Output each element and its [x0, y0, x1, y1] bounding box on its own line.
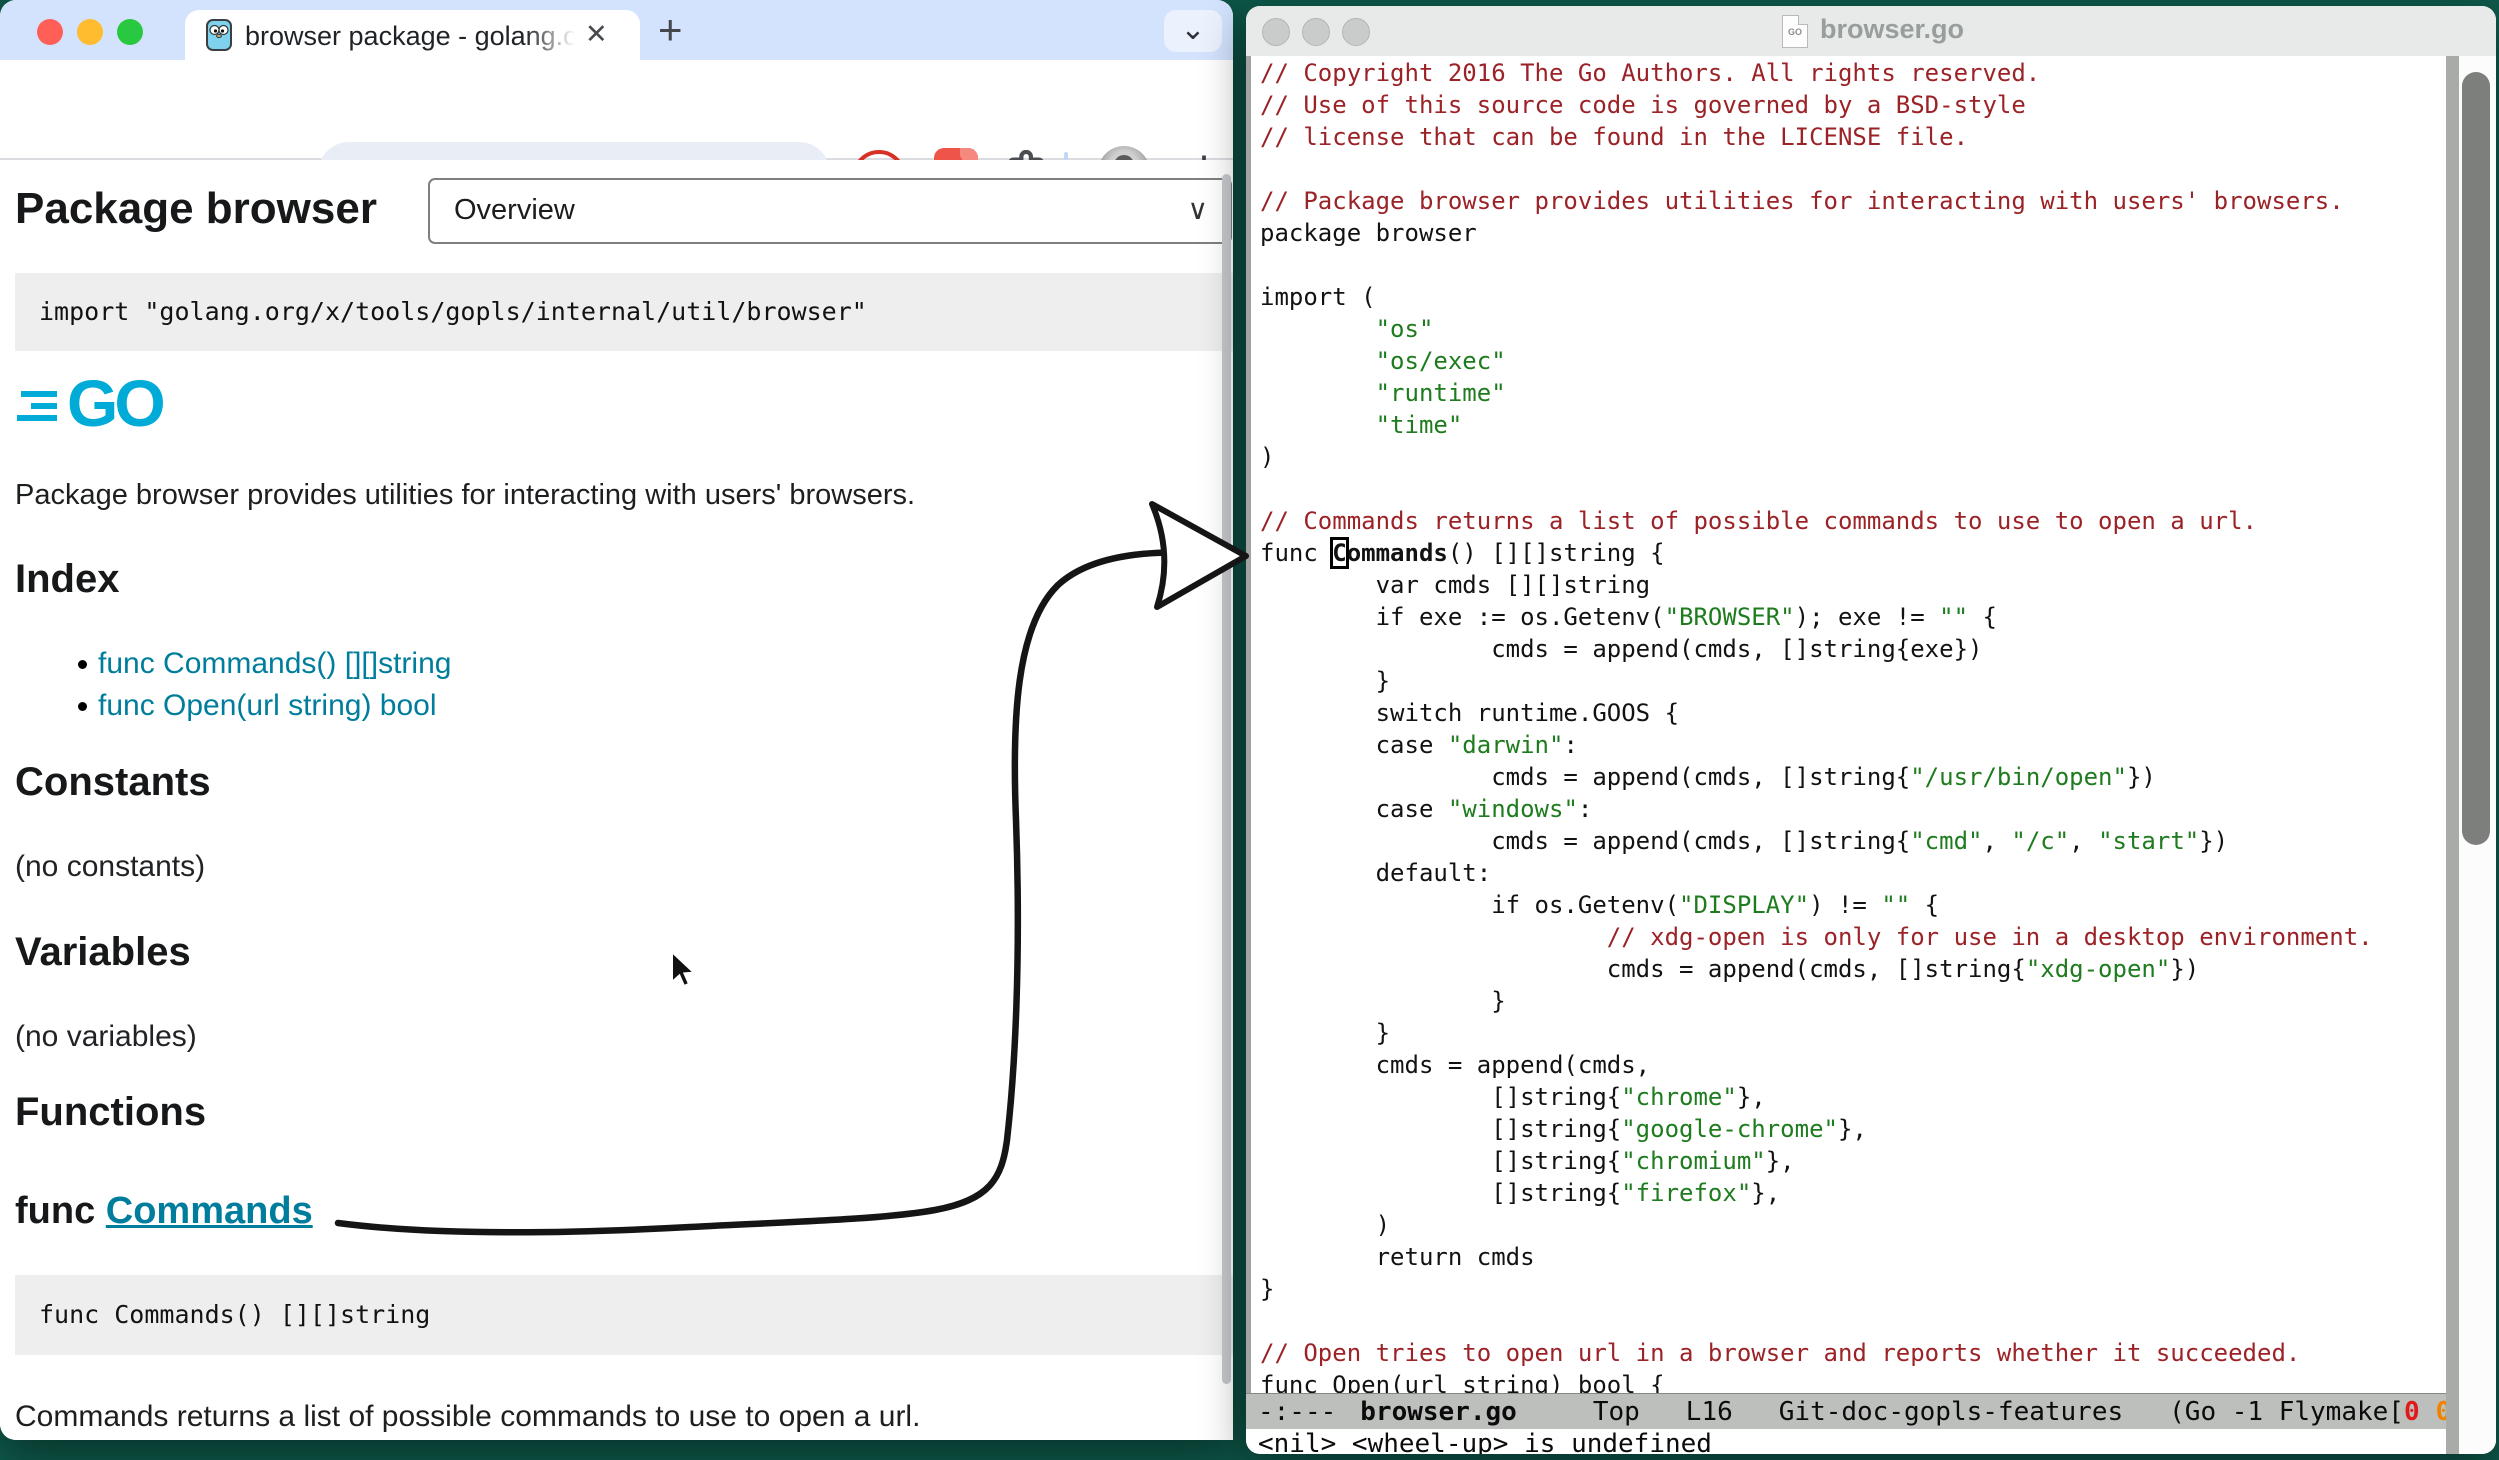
functions-heading: Functions	[15, 1090, 206, 1135]
commands-signature-block: func Commands() [][]string	[15, 1275, 1233, 1355]
index-link-open[interactable]: func Open(url string) bool	[98, 689, 437, 723]
func-commands-heading: func Commands	[15, 1190, 313, 1233]
code-line: case "windows":	[1260, 793, 2373, 825]
traffic-close-button[interactable]	[37, 19, 63, 45]
emacs-zoom-button[interactable]	[1342, 18, 1370, 46]
code-line: // Use of this source code is governed b…	[1260, 89, 2373, 121]
new-tab-button[interactable]: +	[658, 6, 683, 54]
commands-description: Commands returns a list of possible comm…	[15, 1400, 920, 1434]
emacs-scrollbar-track[interactable]	[2446, 56, 2459, 1454]
code-lines: // Copyright 2016 The Go Authors. All ri…	[1260, 57, 2373, 1393]
emacs-title-bar: GO browser.go	[1246, 6, 2496, 57]
doc-view-select[interactable]: Overview ∨	[428, 178, 1232, 244]
emacs-close-button[interactable]	[1262, 18, 1290, 46]
func-keyword: func	[15, 1190, 106, 1232]
code-line: if exe := os.Getenv("BROWSER"); exe != "…	[1260, 601, 2373, 633]
code-line: cmds = append(cmds, []string{"cmd", "/c"…	[1260, 825, 2373, 857]
index-heading: Index	[15, 557, 119, 602]
code-line: package browser	[1260, 217, 2373, 249]
code-line: cmds = append(cmds,	[1260, 1049, 2373, 1081]
modeline-modes: (Go -1 Flymake[	[2169, 1397, 2404, 1427]
code-line: // Copyright 2016 The Go Authors. All ri…	[1260, 57, 2373, 89]
package-description: Package browser provides utilities for i…	[15, 479, 915, 512]
code-line: "runtime"	[1260, 377, 2373, 409]
code-line: // Package browser provides utilities fo…	[1260, 185, 2373, 217]
code-line: "os"	[1260, 313, 2373, 345]
variables-empty-text: (no variables)	[15, 1020, 197, 1054]
document-icon: GO	[1782, 15, 1808, 48]
modeline-buffer-name: browser.go	[1360, 1397, 1517, 1427]
code-line	[1260, 153, 2373, 185]
emacs-window-title: browser.go	[1820, 14, 1964, 45]
code-line: // Commands returns a list of possible c…	[1260, 505, 2373, 537]
code-line: return cmds	[1260, 1241, 2373, 1273]
emacs-modeline: -:--- browser.go Top L16 Git-doc-gopls-featu…	[1246, 1393, 2490, 1431]
emacs-window: GO browser.go // Copyright 2016 The Go A…	[1246, 6, 2496, 1454]
traffic-zoom-button[interactable]	[117, 19, 143, 45]
chrome-window: browser package - golang.org ✕ + ⌄ ← → ↻…	[0, 0, 1233, 1440]
gopher-favicon-icon	[203, 19, 235, 51]
tab-search-button[interactable]: ⌄	[1164, 10, 1222, 52]
emacs-scrollbar-gutter	[2459, 56, 2496, 1454]
modeline-position: Top	[1593, 1397, 1640, 1427]
code-line: "time"	[1260, 409, 2373, 441]
code-line: if os.Getenv("DISPLAY") != "" {	[1260, 889, 2373, 921]
select-value: Overview	[454, 194, 575, 227]
modeline-prefix: -:---	[1258, 1397, 1336, 1427]
code-line: )	[1260, 1209, 2373, 1241]
code-line: }	[1260, 985, 2373, 1017]
list-bullet	[78, 660, 87, 669]
traffic-minimize-button[interactable]	[77, 19, 103, 45]
index-link-commands[interactable]: func Commands() [][]string	[98, 647, 451, 681]
code-line: )	[1260, 441, 2373, 473]
variables-heading: Variables	[15, 930, 191, 975]
tab-title: browser package - golang.org	[245, 21, 575, 52]
tab-strip: browser package - golang.org ✕ + ⌄	[0, 0, 1233, 60]
code-line: []string{"google-chrome"},	[1260, 1113, 2373, 1145]
code-line: func Open(url string) bool {	[1260, 1369, 2373, 1393]
modeline-line-number: L16	[1686, 1397, 1733, 1427]
code-line	[1260, 473, 2373, 505]
code-editor[interactable]: // Copyright 2016 The Go Authors. All ri…	[1251, 56, 2446, 1393]
code-line: import (	[1260, 281, 2373, 313]
code-line	[1260, 249, 2373, 281]
code-line: var cmds [][]string	[1260, 569, 2373, 601]
code-line: // xdg-open is only for use in a desktop…	[1260, 921, 2373, 953]
browser-toolbar: ← → ↻ ⌂ ⓘ 127.0.0.1:62888/gopls/X... ☆ ↕…	[0, 60, 1233, 160]
code-line: switch runtime.GOOS {	[1260, 697, 2373, 729]
emacs-scrollbar-thumb[interactable]	[2462, 72, 2490, 845]
code-line: cmds = append(cmds, []string{"/usr/bin/o…	[1260, 761, 2373, 793]
code-line: // Open tries to open url in a browser a…	[1260, 1337, 2373, 1369]
code-line: }	[1260, 1017, 2373, 1049]
code-line: cmds = append(cmds, []string{exe})	[1260, 633, 2373, 665]
doc-page: Package browser Overview ∨ import "golan…	[0, 160, 1233, 1440]
code-line: case "darwin":	[1260, 729, 2373, 761]
browser-tab[interactable]: browser package - golang.org ✕	[185, 10, 640, 60]
flymake-error-count: 0	[2404, 1397, 2420, 1427]
code-line: "os/exec"	[1260, 345, 2373, 377]
code-line: []string{"firefox"},	[1260, 1177, 2373, 1209]
import-code-block: import "golang.org/x/tools/gopls/interna…	[15, 273, 1233, 351]
code-line: []string{"chromium"},	[1260, 1145, 2373, 1177]
tab-close-icon[interactable]: ✕	[585, 19, 608, 50]
page-scrollbar[interactable]	[1222, 174, 1231, 1384]
commands-link[interactable]: Commands	[106, 1190, 313, 1232]
code-line: }	[1260, 1273, 2373, 1305]
code-line: cmds = append(cmds, []string{"xdg-open"}…	[1260, 953, 2373, 985]
page-title: Package browser	[15, 184, 377, 234]
code-line: func Commands() [][]string {	[1260, 537, 2373, 569]
code-line: default:	[1260, 857, 2373, 889]
emacs-minimize-button[interactable]	[1302, 18, 1330, 46]
code-line: []string{"chrome"},	[1260, 1081, 2373, 1113]
modeline-git-branch: Git-doc-gopls-features	[1779, 1397, 2123, 1427]
code-line	[1260, 1305, 2373, 1337]
chevron-down-icon: ∨	[1188, 193, 1209, 226]
list-bullet	[78, 702, 87, 711]
echo-area: <nil> <wheel-up> is undefined	[1246, 1429, 2496, 1454]
code-line: }	[1260, 665, 2373, 697]
constants-empty-text: (no constants)	[15, 850, 205, 884]
constants-heading: Constants	[15, 760, 211, 805]
go-logo-text: GO	[67, 365, 162, 441]
code-line: // license that can be found in the LICE…	[1260, 121, 2373, 153]
